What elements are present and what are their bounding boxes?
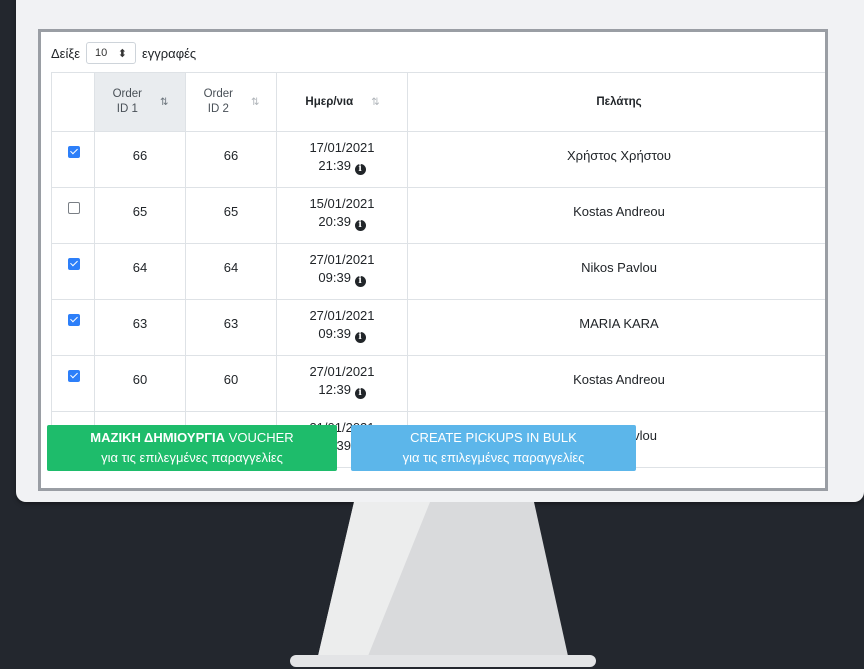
order-id-1: 65 bbox=[132, 204, 148, 219]
row-select-cell bbox=[51, 355, 95, 412]
order-time: 09:39 bbox=[318, 326, 351, 341]
column-header-order-id-2[interactable]: Order ID 2 ⇅ bbox=[185, 72, 277, 132]
info-circle-icon[interactable]: i bbox=[354, 276, 366, 287]
order-date: 27/01/2021 bbox=[309, 308, 375, 323]
row-select-checkbox[interactable] bbox=[68, 314, 80, 326]
sort-icon: ⇅ bbox=[160, 96, 168, 108]
column-header-customer[interactable]: Πελάτης bbox=[407, 72, 825, 132]
row-select-cell bbox=[51, 131, 95, 188]
customer-name: Nikos Pavlou bbox=[581, 260, 657, 275]
order-date: 27/01/2021 bbox=[309, 252, 375, 267]
table-row[interactable]: 65 65 15/01/2021 20:39 i Kostas Andreou bbox=[51, 187, 825, 244]
customer-cell: Kostas Andreou bbox=[407, 187, 825, 244]
order-date-cell: 27/01/2021 09:39 i bbox=[276, 243, 408, 300]
order-id-1-cell: 66 bbox=[94, 131, 186, 188]
table-header-row: Order ID 1 ⇅ Order ID 2 ⇅ Ημερ/νια ⇅ Πελ… bbox=[51, 72, 825, 132]
voucher-button-bold-label: ΜΑΖΙΚΗ ΔΗΜΙΟΥΡΓΙΑ bbox=[90, 430, 226, 445]
customer-name: Χρήστος Χρήστου bbox=[567, 148, 671, 163]
column-label: Πελάτης bbox=[596, 95, 642, 108]
order-id-2-cell: 64 bbox=[185, 243, 277, 300]
order-date-cell: 17/01/2021 21:39 i bbox=[276, 131, 408, 188]
order-id-1: 66 bbox=[132, 148, 148, 163]
monitor-foot bbox=[290, 655, 596, 667]
table-row[interactable]: 63 63 27/01/2021 09:39 i MARIA KARA bbox=[51, 299, 825, 356]
pickup-button-sublabel: για τις επιλεγμένες παραγγελίες bbox=[402, 450, 585, 465]
bulk-create-pickups-button[interactable]: CREATE PICKUPS IN BULK για τις επιλεγμέν… bbox=[351, 425, 636, 471]
order-date-cell: 27/01/2021 09:39 i bbox=[276, 299, 408, 356]
customer-cell: MARIA KARA bbox=[407, 299, 825, 356]
table-row[interactable]: 60 60 27/01/2021 12:39 i Kostas Andreou bbox=[51, 355, 825, 412]
column-header-order-id-1[interactable]: Order ID 1 ⇅ bbox=[94, 72, 186, 132]
row-select-checkbox[interactable] bbox=[68, 258, 80, 270]
order-id-2: 66 bbox=[223, 148, 239, 163]
customer-name: Kostas Andreou bbox=[573, 372, 665, 387]
order-time: 21:39 bbox=[318, 158, 351, 173]
show-entries-prefix: Δείξε bbox=[51, 45, 80, 61]
column-label: Ημερ/νια bbox=[305, 95, 354, 108]
row-select-checkbox[interactable] bbox=[68, 370, 80, 382]
order-id-2-cell: 60 bbox=[185, 355, 277, 412]
info-circle-icon[interactable]: i bbox=[354, 220, 366, 231]
order-date: 27/01/2021 bbox=[309, 364, 375, 379]
order-date-cell: 15/01/2021 20:39 i bbox=[276, 187, 408, 244]
info-circle-icon[interactable]: i bbox=[354, 388, 366, 399]
show-entries-suffix: εγγραφές bbox=[141, 45, 197, 61]
table-body: 66 66 17/01/2021 21:39 i Χρήστος Χρήστου 65 65… bbox=[51, 131, 825, 468]
pickup-button-label: CREATE PICKUPS IN BULK bbox=[410, 430, 577, 445]
info-circle-icon[interactable]: i bbox=[354, 332, 366, 343]
order-id-1-cell: 63 bbox=[94, 299, 186, 356]
column-label: Order bbox=[112, 88, 142, 100]
order-date-cell: 27/01/2021 12:39 i bbox=[276, 355, 408, 412]
order-time: 09:39 bbox=[318, 270, 351, 285]
order-id-2-cell: 65 bbox=[185, 187, 277, 244]
voucher-button-label: VOUCHER bbox=[225, 430, 294, 445]
show-entries-control: Δείξε 10 ⬍ εγγραφές bbox=[51, 42, 196, 64]
bulk-create-voucher-button[interactable]: ΜΑΖΙΚΗ ΔΗΜΙΟΥΡΓΙΑ VOUCHER για τις επιλεγ… bbox=[47, 425, 337, 471]
order-date: 17/01/2021 bbox=[309, 140, 375, 155]
info-circle-icon[interactable]: i bbox=[354, 164, 366, 175]
order-id-2-cell: 63 bbox=[185, 299, 277, 356]
orders-table: Order ID 1 ⇅ Order ID 2 ⇅ Ημερ/νια ⇅ Πελ… bbox=[51, 72, 825, 468]
order-id-1-cell: 65 bbox=[94, 187, 186, 244]
order-id-2: 60 bbox=[223, 372, 239, 387]
customer-cell: Χρήστος Χρήστου bbox=[407, 131, 825, 188]
order-id-1-cell: 60 bbox=[94, 355, 186, 412]
select-column-header bbox=[51, 72, 95, 132]
order-date: 15/01/2021 bbox=[309, 196, 375, 211]
order-id-1-cell: 64 bbox=[94, 243, 186, 300]
row-select-checkbox[interactable] bbox=[68, 146, 80, 158]
voucher-button-sublabel: για τις επιλεγμένες παραγγελίες bbox=[101, 450, 283, 465]
column-label: ID 2 bbox=[207, 103, 229, 115]
row-select-cell bbox=[51, 187, 95, 244]
customer-cell: Kostas Andreou bbox=[407, 355, 825, 412]
order-id-2-cell: 66 bbox=[185, 131, 277, 188]
entries-per-page-value: 10 bbox=[94, 47, 108, 59]
row-select-cell bbox=[51, 299, 95, 356]
customer-cell: Nikos Pavlou bbox=[407, 243, 825, 300]
sort-icon: ⇅ bbox=[371, 96, 379, 108]
column-header-date[interactable]: Ημερ/νια ⇅ bbox=[276, 72, 408, 132]
order-time: 20:39 bbox=[318, 214, 351, 229]
order-id-1: 63 bbox=[132, 316, 148, 331]
order-id-2: 65 bbox=[223, 204, 239, 219]
table-row[interactable]: 66 66 17/01/2021 21:39 i Χρήστος Χρήστου bbox=[51, 131, 825, 188]
row-select-checkbox[interactable] bbox=[68, 202, 80, 214]
order-id-2: 63 bbox=[223, 316, 239, 331]
entries-per-page-select[interactable]: 10 ⬍ bbox=[85, 42, 136, 64]
order-id-2: 64 bbox=[223, 260, 239, 275]
table-row[interactable]: 64 64 27/01/2021 09:39 i Nikos Pavlou bbox=[51, 243, 825, 300]
select-arrows-icon: ⬍ bbox=[117, 47, 127, 60]
column-label: ID 1 bbox=[116, 103, 138, 115]
order-id-1: 60 bbox=[132, 372, 148, 387]
customer-name: MARIA KARA bbox=[579, 316, 659, 331]
order-id-1: 64 bbox=[132, 260, 148, 275]
order-time: 12:39 bbox=[318, 382, 351, 397]
app-screen: Δείξε 10 ⬍ εγγραφές Order ID 1 ⇅ Order I… bbox=[38, 29, 828, 491]
customer-name: Kostas Andreou bbox=[573, 204, 665, 219]
row-select-cell bbox=[51, 243, 95, 300]
column-label: Order bbox=[203, 88, 233, 100]
sort-icon: ⇅ bbox=[251, 96, 259, 108]
